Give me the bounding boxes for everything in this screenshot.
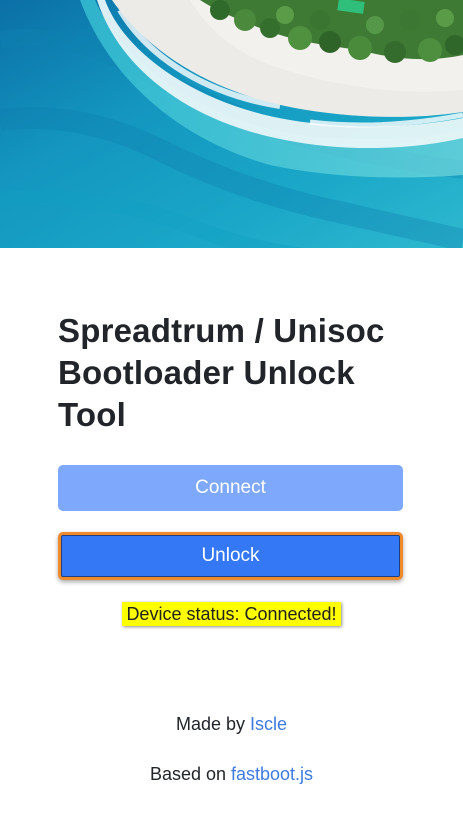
page-title: Spreadtrum / Unisoc Bootloader Unlock To… bbox=[58, 312, 385, 433]
unlock-button[interactable]: Unlock bbox=[58, 532, 403, 580]
page: Spreadtrum / Unisoc Bootloader Unlock To… bbox=[0, 0, 463, 819]
hero-beach-image bbox=[0, 0, 463, 248]
based-on-prefix: Based on bbox=[149, 764, 231, 784]
device-status-text: Device status: Connected! bbox=[122, 602, 341, 626]
based-on-line: Based on fastboot.js bbox=[0, 764, 463, 785]
made-by-line: Made by Iscle bbox=[0, 714, 463, 735]
connect-button[interactable]: Connect bbox=[58, 465, 403, 511]
status-container: Device status: Connected! bbox=[0, 602, 463, 626]
main-content: Spreadtrum / Unisoc Bootloader Unlock To… bbox=[58, 310, 403, 580]
author-link[interactable]: Iscle bbox=[250, 714, 287, 734]
made-by-prefix: Made by bbox=[175, 714, 251, 734]
fastboot-js-link[interactable]: fastboot.js bbox=[231, 764, 313, 784]
